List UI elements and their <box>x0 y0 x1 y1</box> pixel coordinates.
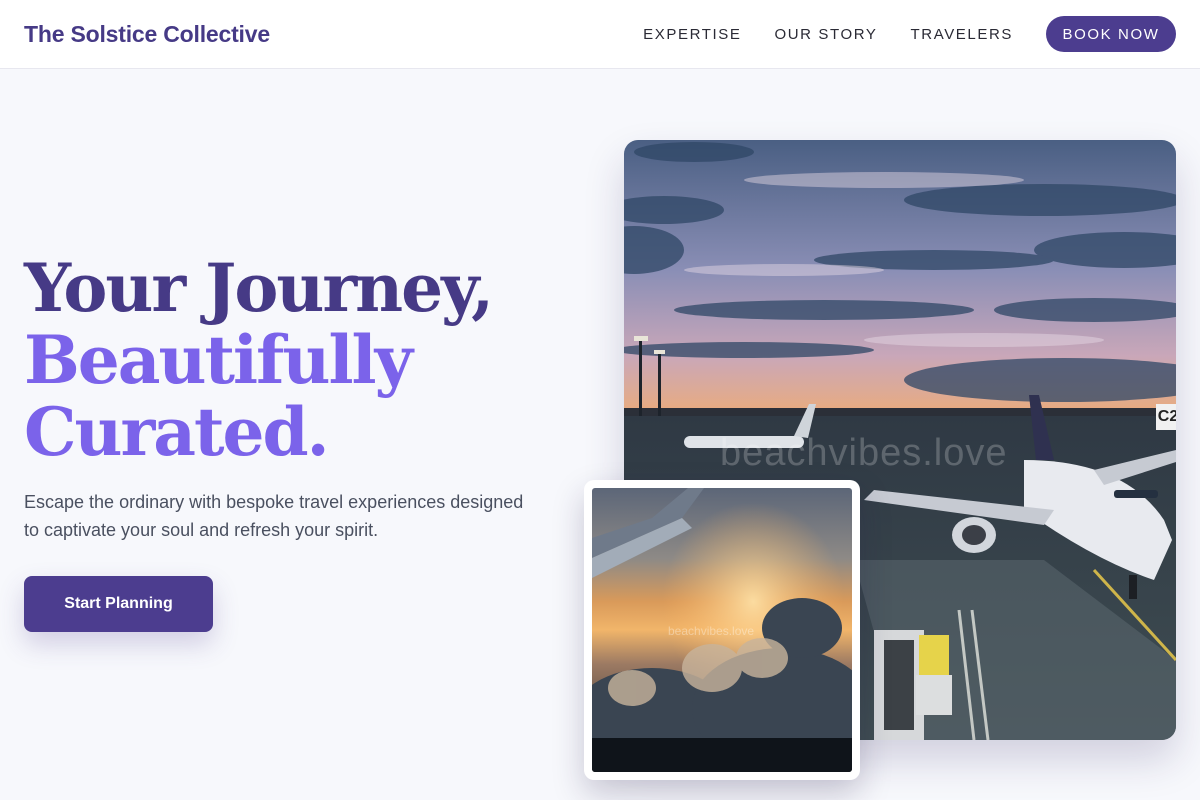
inset-photo-frame: beachvibes.love <box>592 488 852 772</box>
nav-link-travelers[interactable]: TRAVELERS <box>911 26 1013 43</box>
hero-description: Escape the ordinary with bespoke travel … <box>24 492 524 540</box>
nav-link-our-story[interactable]: OUR STORY <box>774 26 877 43</box>
top-navigation: The Solstice Collective EXPERTISE OUR ST… <box>0 0 1200 69</box>
hero-title-line-3: Curated. <box>24 393 330 471</box>
main-photo-watermark: beachvibes.love <box>720 432 1008 474</box>
brand-logo[interactable]: The Solstice Collective <box>24 21 270 48</box>
nav-links: EXPERTISE OUR STORY TRAVELERS BOOK NOW <box>643 16 1176 52</box>
book-now-button[interactable]: BOOK NOW <box>1046 16 1176 52</box>
inset-photo-watermark: beachvibes.love <box>668 624 755 638</box>
gate-sign: C2 <box>1156 404 1176 430</box>
hero-title-line-1: Your Journey, <box>24 249 494 327</box>
hero-title-line-2: Beautifully <box>24 321 413 399</box>
nav-link-expertise[interactable]: EXPERTISE <box>643 26 741 43</box>
hero-title: Your Journey, Beautifully Curated. <box>24 249 494 471</box>
airplane-window-photo: beachvibes.love <box>584 480 860 780</box>
start-planning-button[interactable]: Start Planning <box>24 576 213 632</box>
